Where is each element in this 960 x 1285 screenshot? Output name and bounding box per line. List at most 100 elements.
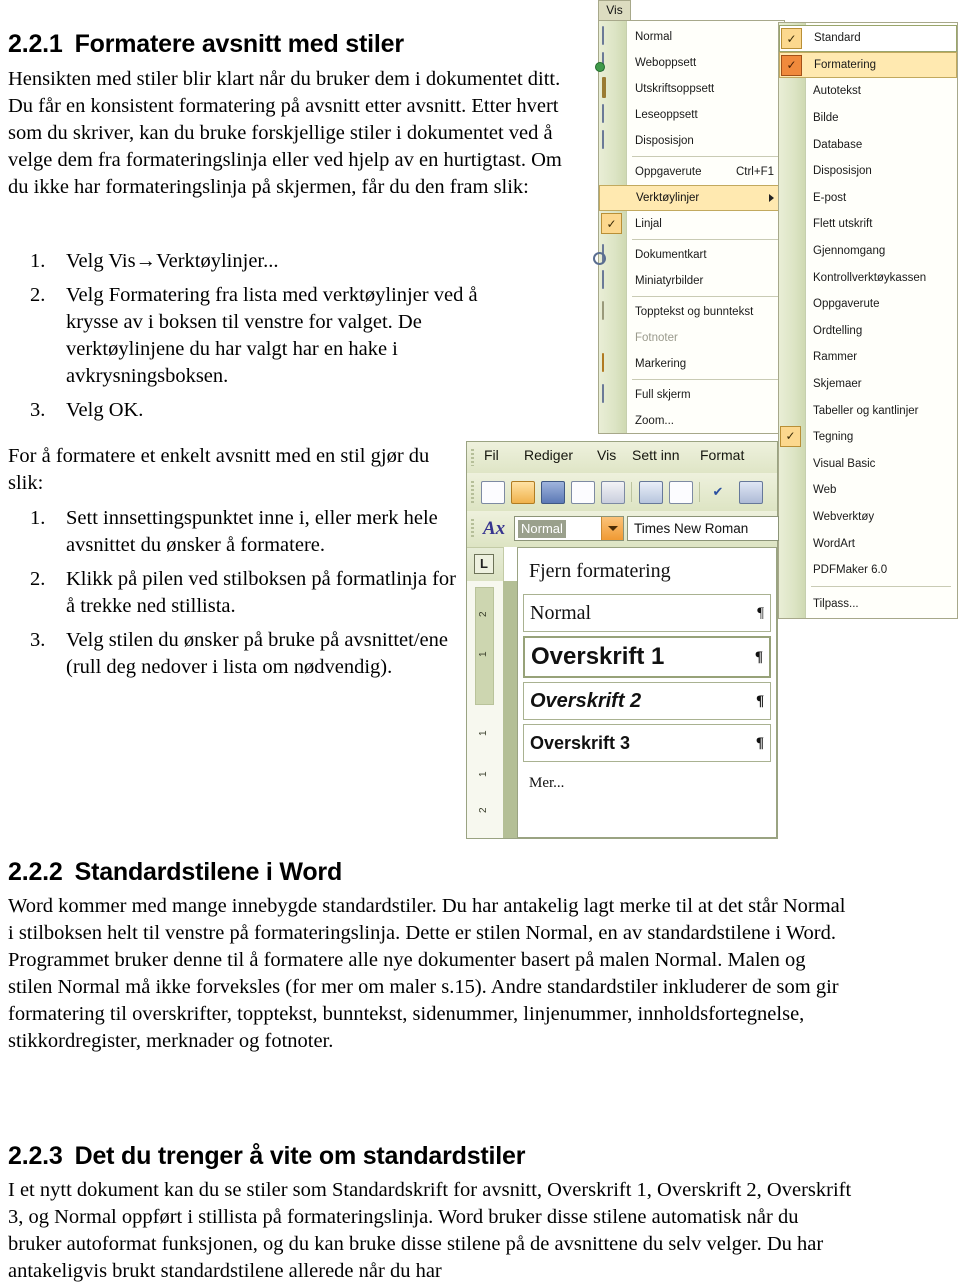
menu-item-label: Full skjerm: [635, 389, 691, 401]
list-text: Sett innsettingspunktet inne i, eller me…: [66, 507, 438, 556]
menu-item-label: Fotnoter: [635, 332, 678, 344]
style-AA-icon[interactable]: Ax: [483, 518, 505, 540]
view-reading-icon: [602, 104, 622, 124]
toolbar-grip-icon[interactable]: [471, 519, 474, 539]
view-web-icon: [602, 52, 622, 72]
style-option-label: Mer...: [529, 774, 565, 791]
submenu-item-tilpass[interactable]: Tilpass...: [779, 590, 957, 617]
menu-item-linjal[interactable]: ✓ Linjal: [599, 211, 784, 237]
submenu-item-web[interactable]: Web: [779, 477, 957, 504]
submenu-item-flett-utskrift[interactable]: Flett utskrift: [779, 211, 957, 238]
toolbar-grip-icon[interactable]: [471, 481, 474, 503]
paragraph-2-2-3-body: I et nytt dokument kan du se stiler som …: [8, 1179, 852, 1282]
style-option-normal[interactable]: Normal ¶: [523, 594, 771, 632]
menu-format[interactable]: Format: [700, 447, 744, 463]
submenu-item-tegning[interactable]: ✓ Tegning: [779, 424, 957, 451]
menu-item-disposisjon[interactable]: Disposisjon: [599, 128, 784, 154]
save-icon[interactable]: [541, 481, 565, 504]
submenu-item-skjemaer[interactable]: Skjemaer: [779, 371, 957, 398]
submenu-item-database[interactable]: Database: [779, 131, 957, 158]
submenu-item-label: Tilpass...: [813, 597, 859, 610]
print-preview-icon[interactable]: [601, 481, 625, 504]
menu-item-label: Zoom...: [635, 415, 674, 427]
submenu-item-label: WordArt: [813, 537, 855, 550]
document-edge-shadow: [503, 581, 517, 838]
style-option-overskrift-1[interactable]: Overskrift 1 ¶: [523, 636, 771, 678]
submenu-item-bilde[interactable]: Bilde: [779, 105, 957, 132]
submenu-item-ordtelling[interactable]: Ordtelling: [779, 318, 957, 345]
submenu-item-tabeller-og-kantlinjer[interactable]: Tabeller og kantlinjer: [779, 397, 957, 424]
list-marker: 2.: [30, 284, 46, 306]
vertical-ruler[interactable]: 2 1 1 1 2: [467, 581, 504, 838]
menu-item-dokumentkart[interactable]: Dokumentkart: [599, 242, 784, 268]
menu-separator: [632, 239, 778, 240]
menu-item-zoom[interactable]: Zoom...: [599, 408, 784, 434]
research-icon[interactable]: [739, 481, 763, 504]
menu-item-leseoppsett[interactable]: Leseoppsett: [599, 102, 784, 128]
full-screen-icon: [602, 384, 622, 404]
mail-icon[interactable]: [571, 481, 595, 504]
submenu-item-e-post[interactable]: E-post: [779, 185, 957, 212]
menu-fil[interactable]: Fil: [484, 447, 499, 463]
style-option-mer[interactable]: Mer...: [523, 766, 771, 800]
submenu-item-visual-basic[interactable]: Visual Basic: [779, 451, 957, 478]
search-icon[interactable]: [669, 481, 693, 504]
menu-item-oppgaverute[interactable]: Oppgaverute Ctrl+F1: [599, 159, 784, 185]
submenu-item-wordart[interactable]: WordArt: [779, 530, 957, 557]
list-item: 2. Velg Formatering fra lista med verktøy…: [8, 282, 478, 390]
submenu-item-disposisjon[interactable]: Disposisjon: [779, 158, 957, 185]
menu-item-weboppsett[interactable]: Weboppsett: [599, 50, 784, 76]
menu-tab-vis[interactable]: Vis: [598, 0, 631, 21]
submenu-item-label: Formatering: [814, 58, 876, 71]
print-icon[interactable]: [639, 481, 663, 504]
submenu-item-label: Tabeller og kantlinjer: [813, 404, 919, 417]
menu-rediger[interactable]: Rediger: [524, 447, 573, 463]
submenu-item-rammer[interactable]: Rammer: [779, 344, 957, 371]
list-marker: 1.: [30, 250, 46, 272]
menu-item-label: Topptekst og bunntekst: [635, 306, 754, 318]
submenu-item-kontrollverktoykassen[interactable]: Kontrollverktøykassen: [779, 264, 957, 291]
style-option-fjern-formatering[interactable]: Fjern formatering: [523, 552, 771, 590]
submenu-item-standard[interactable]: ✓ Standard: [779, 25, 957, 52]
style-combobox[interactable]: Normal: [514, 516, 624, 541]
style-combobox-value: Normal: [518, 520, 566, 538]
menu-item-label: Leseoppsett: [635, 109, 698, 121]
paragraph-2-2-1-intro: Hensikten med stiler blir klart når du b…: [8, 68, 562, 198]
menu-sett-inn[interactable]: Sett inn: [632, 447, 679, 463]
list-marker: 3.: [30, 399, 46, 421]
menu-separator: [632, 296, 778, 297]
toolbar-grip-icon[interactable]: [471, 449, 474, 466]
style-option-overskrift-3[interactable]: Overskrift 3 ¶: [523, 724, 771, 762]
open-folder-icon[interactable]: [511, 481, 535, 504]
style-option-label: Overskrift 1: [531, 643, 665, 670]
submenu-item-label: Bilde: [813, 112, 839, 125]
menu-item-utskriftsoppsett[interactable]: Utskriftsoppsett: [599, 76, 784, 102]
menu-item-full-skjerm[interactable]: Full skjerm: [599, 382, 784, 408]
menu-item-verktoylinjer[interactable]: Verktøylinjer: [599, 185, 784, 211]
list-marker: 3.: [30, 629, 46, 651]
style-dropdown-arrow-icon[interactable]: [601, 517, 623, 540]
new-document-icon[interactable]: [481, 481, 505, 504]
ruler-marks: 2 1 1 1 2: [467, 581, 503, 838]
style-option-overskrift-2[interactable]: Overskrift 2 ¶: [523, 682, 771, 720]
submenu-item-webverktoy[interactable]: Webverktøy: [779, 504, 957, 531]
menu-item-markering[interactable]: Markering: [599, 351, 784, 377]
ruler-tab-selector[interactable]: L: [467, 547, 504, 582]
font-combobox[interactable]: Times New Roman: [627, 516, 779, 541]
menu-item-label: Linjal: [635, 218, 662, 230]
submenu-item-autotekst[interactable]: Autotekst: [779, 78, 957, 105]
ruler-mark: 1: [478, 771, 489, 777]
menu-item-miniatyrbilder[interactable]: Miniatyrbilder: [599, 268, 784, 294]
submenu-item-label: Skjemaer: [813, 378, 862, 391]
submenu-item-gjennomgang[interactable]: Gjennomgang: [779, 238, 957, 265]
menu-vis[interactable]: Vis: [597, 447, 616, 463]
spellcheck-icon[interactable]: ✔: [707, 481, 729, 502]
submenu-item-pdfmaker[interactable]: PDFMaker 6.0: [779, 557, 957, 584]
style-dropdown-list[interactable]: Fjern formatering Normal ¶ Overskrift 1 …: [517, 547, 777, 838]
menu-item-normal[interactable]: Normal: [599, 24, 784, 50]
toolbar-separator: [631, 482, 632, 502]
submenu-item-formatering[interactable]: ✓ Formatering: [779, 51, 957, 79]
list-item: 1. Sett innsettingspunktet inne i, eller …: [8, 505, 468, 559]
submenu-item-oppgaverute[interactable]: Oppgaverute: [779, 291, 957, 318]
menu-item-topptekst-bunntekst[interactable]: Topptekst og bunntekst: [599, 299, 784, 325]
